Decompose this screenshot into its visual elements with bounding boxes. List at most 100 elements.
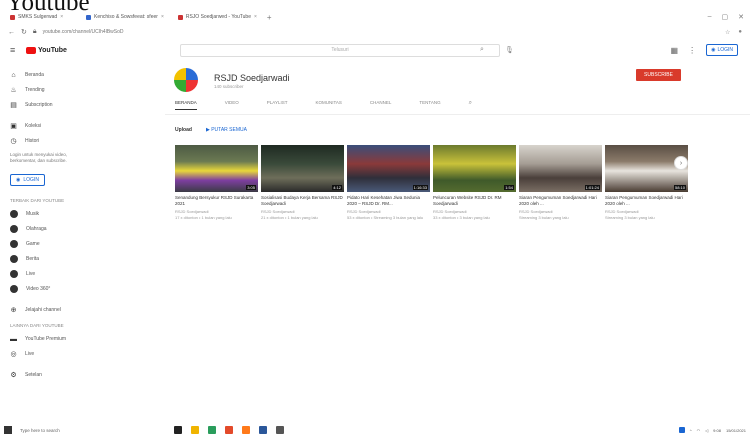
video-channel[interactable]: RSJD Soedjarwadi xyxy=(605,209,688,214)
video-channel[interactable]: RSJD Soedjarwadi xyxy=(175,209,258,214)
reload-icon[interactable]: ↻ xyxy=(21,28,27,36)
more-vert-icon[interactable]: ⋮ xyxy=(688,46,696,55)
search-input[interactable]: Telusuri xyxy=(180,43,500,57)
browser-tab[interactable]: Kenchiso & Sowsfeeat: sfeer × xyxy=(82,11,168,23)
search-icon[interactable]: ⌕ xyxy=(480,46,484,54)
sidebar-item-sports[interactable]: Olahraga xyxy=(10,222,110,236)
tab-playlists[interactable]: PLAYLIST xyxy=(267,100,288,110)
video-channel[interactable]: RSJD Soedjarwadi xyxy=(433,209,516,214)
mic-icon[interactable]: 🎙︎ xyxy=(505,46,514,54)
wifi-icon[interactable]: ◠ xyxy=(697,428,701,433)
browser-tab-label: Kenchiso & Sowsfeeat: sfeer xyxy=(94,14,158,20)
video-title[interactable]: Sosialisasi Budaya Kerja Bersama RSJD So… xyxy=(261,195,344,207)
task-view-icon[interactable] xyxy=(174,426,182,434)
video-thumbnail[interactable]: 4:12 xyxy=(261,145,344,192)
sidebar-item-label: Olahraga xyxy=(26,226,47,232)
video-duration: 3:05 xyxy=(246,185,256,190)
sidebar-signin-button[interactable]: ◉ LOGIN xyxy=(10,174,45,186)
sidebar-item-360[interactable]: Video 360° xyxy=(10,282,110,296)
maximize-icon[interactable]: ▢ xyxy=(722,13,729,21)
chrome-icon[interactable] xyxy=(225,426,233,434)
taskbar-search-input[interactable]: Type here to search xyxy=(20,428,140,433)
sidebar-item-gaming[interactable]: Game xyxy=(10,237,110,251)
video-thumbnail[interactable]: 58:10 xyxy=(605,145,688,192)
minimize-icon[interactable]: – xyxy=(708,13,712,21)
tab-about[interactable]: TENTANG xyxy=(419,100,440,110)
apps-icon[interactable]: ▦ xyxy=(671,46,679,55)
tab-channels[interactable]: CHANNEL xyxy=(370,100,392,110)
profile-icon[interactable]: ● xyxy=(738,29,742,36)
video-meta: 53 x ditonton • Streaming 3 bulan yang l… xyxy=(347,215,424,220)
video-thumbnail[interactable]: 1:54 xyxy=(433,145,516,192)
uploads-title[interactable]: Upload xyxy=(175,127,192,133)
video-card[interactable]: 4:12 Sosialisasi Budaya Kerja Bersama RS… xyxy=(261,145,344,220)
sidebar-item-trending[interactable]: ♨ Trending xyxy=(10,83,110,97)
close-tab-icon[interactable]: × xyxy=(161,14,164,20)
settings-app-icon[interactable] xyxy=(276,426,284,434)
windows-start-icon[interactable] xyxy=(4,426,12,434)
tab-videos[interactable]: VIDEO xyxy=(225,100,239,110)
video-channel[interactable]: RSJD Soedjarwadi xyxy=(261,209,344,214)
video-360-icon xyxy=(10,285,18,293)
tray-app-icon[interactable] xyxy=(678,427,685,433)
subscribe-button[interactable]: SUBSCRIBE xyxy=(636,69,681,81)
video-channel[interactable]: RSJD Soedjarwadi xyxy=(519,209,602,214)
tab-home[interactable]: BERANDA xyxy=(175,100,197,110)
sidebar-item-news[interactable]: Berita xyxy=(10,252,110,266)
sidebar-item-live-more[interactable]: ◎ Live xyxy=(10,347,110,361)
sidebar-item-settings[interactable]: ⚙ Setelan xyxy=(10,368,110,382)
chevron-right-icon[interactable]: › xyxy=(674,156,688,170)
channel-avatar[interactable] xyxy=(174,68,198,92)
sidebar-item-history[interactable]: ◷ Histori xyxy=(10,134,110,148)
close-tab-icon[interactable]: × xyxy=(254,14,257,20)
video-title[interactable]: Senandung Bersyukur RSJD Surakarta 2021 xyxy=(175,195,258,207)
video-title[interactable]: Siaran Pengumuman Soedjarwadi Hari 2020 … xyxy=(605,195,688,207)
video-thumbnail[interactable]: 1:01:24 xyxy=(519,145,602,192)
browser-tabbar: SMKS Sulgerwad × Kenchiso & Sowsfeeat: sf… xyxy=(0,9,750,25)
close-tab-icon[interactable]: × xyxy=(60,14,63,20)
video-title[interactable]: Peluncuran Website RSJD Dr. RM Soedjarwa… xyxy=(433,195,516,207)
play-all-button[interactable]: ▶ PUTAR SEMUA xyxy=(206,127,247,133)
video-title[interactable]: Pidato Hari Kesehatan Jiwa Sedunia 2020 … xyxy=(347,195,430,207)
store-icon[interactable] xyxy=(208,426,216,434)
video-title[interactable]: Siaran Pengumuman Soedjarwadi Hari 2020 … xyxy=(519,195,602,207)
video-card[interactable]: 1:54 Peluncuran Website RSJD Dr. RM Soed… xyxy=(433,145,516,220)
menu-icon[interactable]: ≡ xyxy=(10,45,26,55)
back-icon[interactable]: ← xyxy=(8,29,15,36)
sidebar-item-subscriptions[interactable]: ▤ Subscription xyxy=(10,98,110,112)
sidebar-item-label: Video 360° xyxy=(26,286,51,292)
tab-community[interactable]: KOMUNITAS xyxy=(315,100,341,110)
clock-date[interactable]: 15/01/2021 xyxy=(726,428,746,433)
url-field[interactable]: youtube.com/channel/UCIh4lBwSoD xyxy=(43,29,719,35)
volume-icon[interactable]: ◁ xyxy=(705,428,708,433)
file-explorer-icon[interactable] xyxy=(191,426,199,434)
channel-name: RSJD Soedjarwadi xyxy=(214,73,290,83)
channel-search-icon[interactable]: ⌕ xyxy=(469,100,472,110)
star-icon[interactable]: ☆ xyxy=(725,29,730,36)
video-channel[interactable]: RSJD Soedjarwadi xyxy=(347,209,430,214)
chevron-up-icon[interactable]: ^ xyxy=(690,428,692,433)
sidebar-item-home[interactable]: ⌂ Beranda xyxy=(10,68,110,82)
video-thumbnail[interactable]: 1:16:33 xyxy=(347,145,430,192)
youtube-logo[interactable]: YouTube xyxy=(26,46,67,54)
video-card[interactable]: 58:10 Siaran Pengumuman Soedjarwadi Hari… xyxy=(605,145,688,220)
signin-button[interactable]: ◉ LOGIN xyxy=(706,44,738,56)
video-thumbnail[interactable]: 3:05 xyxy=(175,145,258,192)
new-tab-button[interactable]: + xyxy=(267,13,272,22)
browser-tab[interactable]: SMKS Sulgerwad × xyxy=(6,11,76,23)
sidebar-item-library[interactable]: ▣ Koleksi xyxy=(10,119,110,133)
browser-tab-active[interactable]: RSJO Soedjarwed - YouTube × xyxy=(174,11,261,23)
app-icon[interactable] xyxy=(242,426,250,434)
word-icon[interactable] xyxy=(259,426,267,434)
sidebar-item-music[interactable]: Musik xyxy=(10,207,110,221)
video-card[interactable]: 3:05 Senandung Bersyukur RSJD Surakarta … xyxy=(175,145,258,220)
video-card[interactable]: 1:16:33 Pidato Hari Kesehatan Jiwa Sedun… xyxy=(347,145,430,220)
video-card[interactable]: 1:01:24 Siaran Pengumuman Soedjarwadi Ha… xyxy=(519,145,602,220)
sports-icon xyxy=(10,225,18,233)
sidebar-item-premium[interactable]: ▬ YouTube Premium xyxy=(10,332,110,346)
sidebar-item-live[interactable]: Live xyxy=(10,267,110,281)
close-window-icon[interactable]: ✕ xyxy=(738,13,744,21)
video-duration: 1:01:24 xyxy=(584,185,600,190)
clock-time[interactable]: 9:08 xyxy=(713,428,721,433)
sidebar-item-browse-channels[interactable]: ⊕ Jelajahi channel xyxy=(10,303,110,317)
